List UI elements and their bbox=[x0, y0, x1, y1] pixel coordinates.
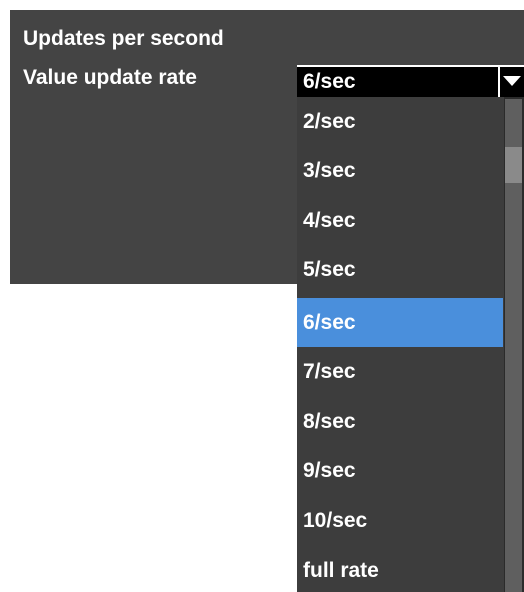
scrollbar-thumb[interactable] bbox=[505, 147, 522, 183]
value-update-rate-label: Value update rate bbox=[23, 66, 197, 89]
section-title: Updates per second bbox=[23, 27, 224, 50]
option-6-sec[interactable]: 6/sec bbox=[297, 298, 503, 347]
update-rate-dropdown-list: 2/sec 3/sec 4/sec 5/sec 6/sec 7/sec 8/se… bbox=[297, 97, 524, 592]
option-9-sec[interactable]: 9/sec bbox=[297, 446, 503, 495]
option-10-sec[interactable]: 10/sec bbox=[297, 496, 503, 545]
option-full-rate[interactable]: full rate bbox=[297, 546, 503, 592]
update-rate-select[interactable]: 6/sec bbox=[297, 65, 524, 97]
option-2-sec[interactable]: 2/sec bbox=[297, 97, 503, 146]
dropdown-toggle-button[interactable] bbox=[498, 67, 524, 97]
option-7-sec[interactable]: 7/sec bbox=[297, 347, 503, 396]
option-4-sec[interactable]: 4/sec bbox=[297, 196, 503, 245]
option-5-sec[interactable]: 5/sec bbox=[297, 245, 503, 294]
option-8-sec[interactable]: 8/sec bbox=[297, 397, 503, 446]
triangle-down-icon bbox=[503, 76, 521, 86]
selected-value: 6/sec bbox=[303, 70, 356, 93]
option-3-sec[interactable]: 3/sec bbox=[297, 146, 503, 195]
